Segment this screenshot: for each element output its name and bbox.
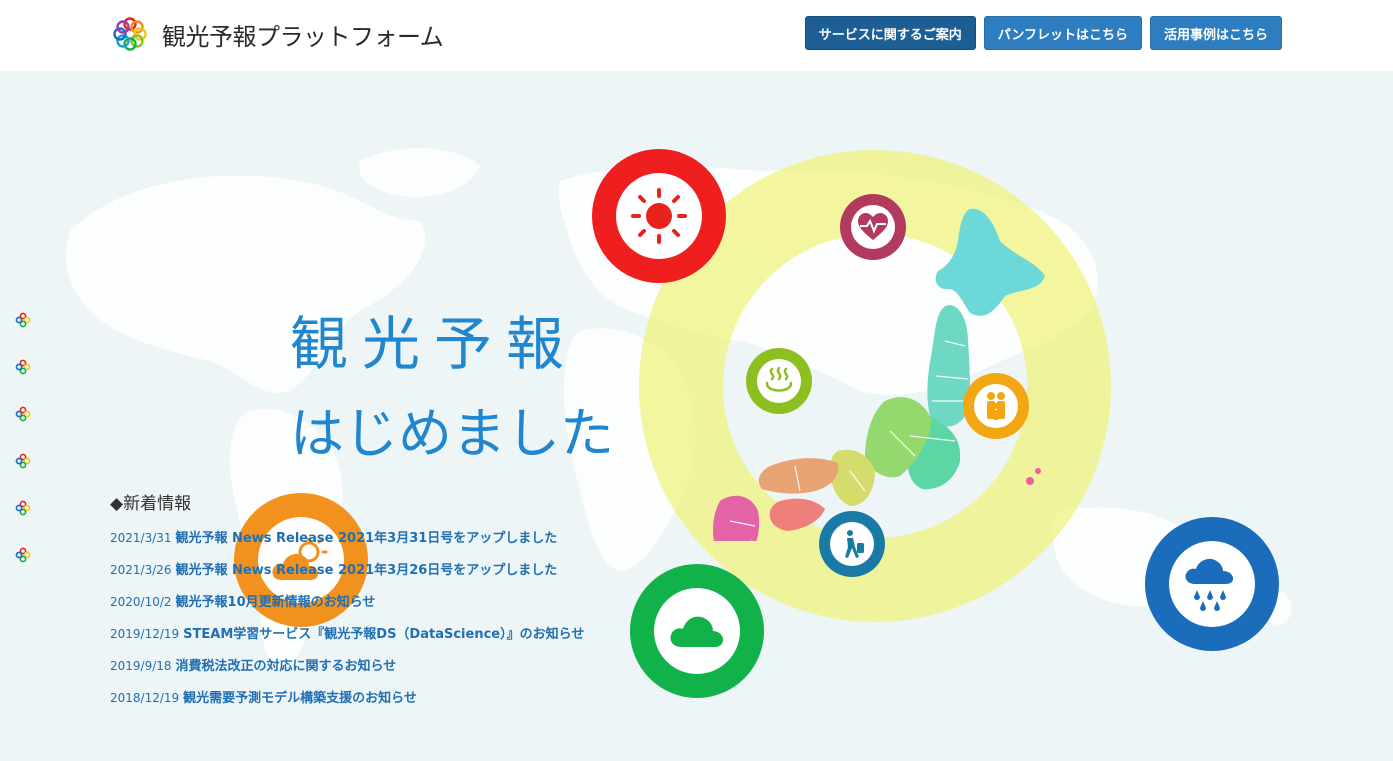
onsen-bubble (746, 348, 812, 414)
rain-bubble (1145, 517, 1279, 651)
news-text: STEAM学習サービス『観光予報DS（DataScience）』のお知らせ (183, 627, 585, 642)
slide-indicator-icon[interactable] (15, 359, 31, 375)
sun-icon (631, 188, 687, 244)
site-header: 観光予報プラットフォーム サービスに関するご案内 パンフレットはこちら 活用事例… (0, 0, 1393, 71)
news-date: 2019/12/19 (110, 627, 180, 641)
news-text: 観光予報 News Release 2021年3月26日号をアップしました (175, 563, 558, 578)
rain-icon (1185, 558, 1234, 611)
news-text: 消費税法改正の対応に関するお知らせ (175, 659, 397, 674)
brand-name: 観光予報プラットフォーム (162, 22, 444, 51)
slide-indicator-icon[interactable] (15, 312, 31, 328)
cloud-icon (670, 616, 724, 647)
slide-indicator-icon[interactable] (15, 453, 31, 469)
sun-bubble (592, 149, 726, 283)
pamphlet-button[interactable]: パンフレットはこちら (983, 16, 1142, 50)
news-text: 観光予報10月更新情報のお知らせ (175, 595, 376, 610)
slide-indicator-icon[interactable] (15, 547, 31, 563)
news-date: 2018/12/19 (110, 691, 180, 705)
news-item[interactable]: 2019/9/18 消費税法改正の対応に関するお知らせ (110, 658, 670, 690)
service-info-button[interactable]: サービスに関するご案内 (804, 16, 976, 50)
news-date: 2021/3/26 (110, 563, 172, 577)
health-bubble (840, 194, 906, 260)
news-heading: ◆新着情報 (110, 494, 192, 514)
headline-line2: はじめました (290, 402, 614, 465)
brand-link[interactable]: 観光予報プラットフォーム (112, 14, 444, 54)
news-item[interactable]: 2018/12/19 観光需要予測モデル構築支援のお知らせ (110, 690, 670, 722)
hero-section: 観光予報 はじめました ◆新着情報 2021/3/31 観光予報 News Rel… (0, 71, 1393, 761)
slide-indicator-icon[interactable] (15, 500, 31, 516)
brand-logo-icon (113, 17, 147, 51)
news-item[interactable]: 2021/3/31 観光予報 News Release 2021年3月31日号をア… (110, 530, 670, 562)
header-nav: サービスに関するご案内 パンフレットはこちら 活用事例はこちら (804, 16, 1282, 50)
slide-indicators (15, 312, 31, 594)
case-studies-button[interactable]: 活用事例はこちら (1149, 16, 1282, 50)
news-date: 2019/9/18 (110, 659, 172, 673)
news-item[interactable]: 2020/10/2 観光予報10月更新情報のお知らせ (110, 594, 670, 626)
traveler-bubble (819, 511, 885, 577)
slide-indicator-icon[interactable] (15, 406, 31, 422)
family-icon (987, 392, 1005, 420)
hot-spring-icon (765, 367, 793, 392)
news-section: ◆新着情報 2021/3/31 観光予報 News Release 2021年3月… (110, 489, 670, 722)
traveler-icon (845, 530, 864, 558)
news-date: 2021/3/31 (110, 531, 172, 545)
news-item[interactable]: 2019/12/19 STEAM学習サービス『観光予報DS（DataScience… (110, 626, 670, 658)
hero-headline: 観光予報 はじめました (290, 299, 614, 479)
news-date: 2020/10/2 (110, 595, 172, 609)
headline-line1: 観光予報 (290, 310, 579, 378)
news-text: 観光予報 News Release 2021年3月31日号をアップしました (175, 531, 558, 546)
news-item[interactable]: 2021/3/26 観光予報 News Release 2021年3月26日号をア… (110, 562, 670, 594)
heart-pulse-icon (858, 213, 888, 240)
news-text: 観光需要予測モデル構築支援のお知らせ (183, 691, 417, 706)
family-bubble (963, 373, 1029, 439)
